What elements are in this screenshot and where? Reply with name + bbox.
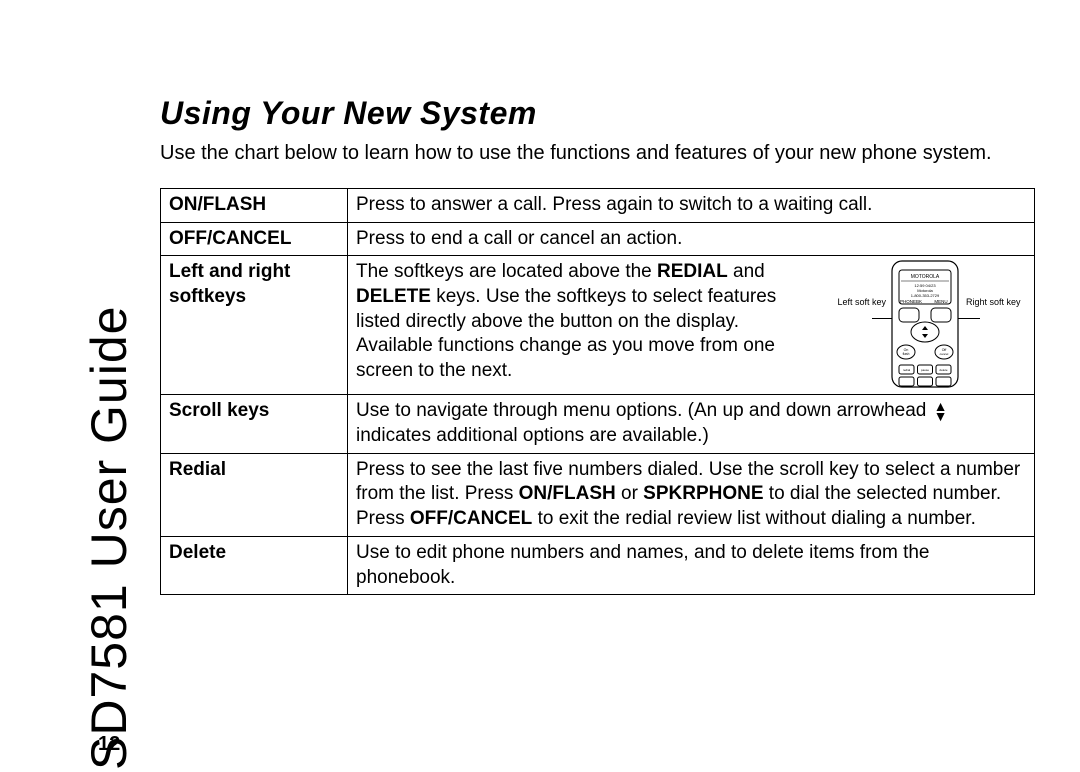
- text: The softkeys are located above the: [356, 261, 657, 282]
- svg-text:pause: pause: [921, 368, 930, 372]
- row-label: Scroll keys: [161, 395, 348, 453]
- diagram-label-right: Right soft key: [966, 298, 1024, 308]
- table-row: Delete Use to edit phone numbers and nam…: [161, 536, 1035, 594]
- svg-text:1-800-353-2729: 1-800-353-2729: [911, 293, 940, 298]
- table-row: ON/FLASH Press to answer a call. Press a…: [161, 189, 1035, 223]
- text-bold: SPKRPHONE: [643, 483, 763, 504]
- section-heading: Using Your New System: [160, 95, 1035, 132]
- svg-text:PHONEBK: PHONEBK: [900, 299, 922, 304]
- row-desc: Press to see the last five numbers diale…: [348, 453, 1035, 536]
- row-label: Left and right softkeys: [161, 256, 348, 395]
- intro-text: Use the chart below to learn how to use …: [160, 140, 1035, 166]
- diagram-label-left: Left soft key: [828, 298, 886, 308]
- page-content: Using Your New System Use the chart belo…: [160, 95, 1035, 595]
- text-bold: ON/FLASH: [519, 483, 616, 504]
- function-table: ON/FLASH Press to answer a call. Press a…: [160, 188, 1035, 595]
- text-bold: REDIAL: [657, 261, 728, 282]
- row-label: ON/FLASH: [161, 189, 348, 223]
- row-desc: The softkeys are located above the REDIA…: [348, 256, 1035, 395]
- text: or: [616, 483, 643, 504]
- svg-text:MENU: MENU: [934, 299, 947, 304]
- svg-text:MOTOROLA: MOTOROLA: [911, 274, 940, 280]
- text: to exit the redial review list without d…: [532, 508, 976, 529]
- text: and: [728, 261, 765, 282]
- page-number: 12: [98, 733, 120, 756]
- svg-text:redial: redial: [903, 368, 911, 372]
- phone-icon: MOTOROLA 12:59 04/23 Motorola 1-800-353-…: [891, 260, 959, 388]
- svg-text:delete: delete: [939, 368, 948, 372]
- row-label: Delete: [161, 536, 348, 594]
- table-row: OFF/CANCEL Press to end a call or cancel…: [161, 222, 1035, 256]
- side-title: SD7581 User Guide: [80, 306, 138, 770]
- text-bold: OFF/CANCEL: [410, 508, 532, 529]
- svg-text:cancel: cancel: [940, 352, 949, 356]
- row-desc: Press to answer a call. Press again to s…: [348, 189, 1035, 223]
- text: indicates additional options are availab…: [356, 425, 709, 446]
- phone-diagram: Left soft key Right soft key MOTOROLA 12…: [826, 260, 1026, 390]
- text-bold: DELETE: [356, 286, 431, 307]
- row-label: Redial: [161, 453, 348, 536]
- row-label: OFF/CANCEL: [161, 222, 348, 256]
- row-desc: Use to edit phone numbers and names, and…: [348, 536, 1035, 594]
- text: Use to navigate through menu options. (A…: [356, 400, 932, 421]
- row-desc: Use to navigate through menu options. (A…: [348, 395, 1035, 453]
- arrowhead-icon: ▲▼: [934, 401, 948, 421]
- table-row: Left and right softkeys The softkeys are…: [161, 256, 1035, 395]
- table-row: Redial Press to see the last five number…: [161, 453, 1035, 536]
- row-desc: Press to end a call or cancel an action.: [348, 222, 1035, 256]
- svg-text:flash: flash: [903, 352, 910, 356]
- table-row: Scroll keys Use to navigate through menu…: [161, 395, 1035, 453]
